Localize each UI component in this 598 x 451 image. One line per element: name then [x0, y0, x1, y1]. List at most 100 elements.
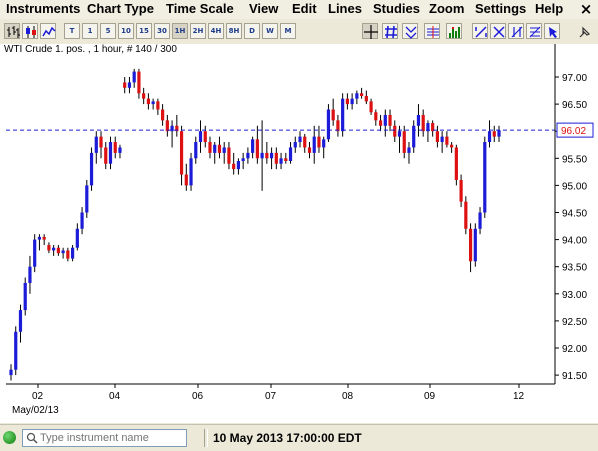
candlestick-chart-icon[interactable] — [22, 23, 38, 39]
candle-body — [487, 131, 492, 143]
instrument-search-box[interactable] — [22, 429, 187, 447]
timeframe-d-button[interactable]: D — [244, 23, 260, 39]
candle-body — [156, 101, 160, 110]
candle-body — [255, 139, 259, 159]
close-button[interactable]: × — [576, 1, 596, 18]
candle-body — [9, 369, 13, 376]
current-price-label: 96.02 — [561, 126, 586, 137]
y-tick-label: 93.50 — [562, 263, 587, 274]
menu-zoom[interactable]: Zoom — [429, 1, 464, 16]
candle-body — [227, 147, 231, 164]
menu-settings[interactable]: Settings — [475, 1, 526, 16]
price-chart[interactable]: 91.50 92.00 92.50 93.00 93.50 94.00 94.50 95.00… — [0, 44, 598, 423]
y-tick-label: 93.00 — [562, 290, 587, 301]
candle-body — [75, 228, 79, 248]
candle-body — [85, 185, 89, 213]
candle-body — [104, 147, 108, 164]
y-tick-label: 97.00 — [562, 73, 587, 84]
candle-body — [497, 130, 501, 137]
candle-body — [184, 174, 188, 186]
candle-body — [274, 152, 278, 164]
candle-body — [303, 136, 307, 148]
menu-instruments[interactable]: Instruments — [6, 1, 80, 16]
candle-body — [369, 101, 373, 113]
candle-body — [445, 136, 449, 145]
menu-lines[interactable]: Lines — [328, 1, 362, 16]
x-tick-label: 08 — [342, 391, 354, 402]
candle-body — [298, 136, 302, 143]
cut-icon[interactable] — [490, 23, 506, 39]
timeframe-2h-button[interactable]: 2H — [190, 23, 206, 39]
chart-panel[interactable]: 91.50 92.00 92.50 93.00 93.50 94.00 94.50 95.00… — [0, 44, 598, 423]
candle-body — [127, 82, 132, 88]
y-tick-label: 94.50 — [562, 209, 587, 220]
candle-body — [42, 236, 46, 240]
trend-tool-icon[interactable] — [508, 23, 524, 39]
candle-body — [217, 144, 222, 153]
menu-view[interactable]: View — [249, 1, 278, 16]
candle-body — [123, 82, 127, 88]
candle-body — [70, 247, 75, 259]
candle-body — [279, 158, 283, 164]
candle-body — [374, 112, 378, 121]
menu-edit[interactable]: Edit — [292, 1, 317, 16]
fibonacci-icon[interactable] — [526, 23, 542, 39]
candle-body — [483, 142, 487, 213]
pointer-icon[interactable] — [544, 23, 560, 39]
timeframe-t-button[interactable]: T — [64, 23, 80, 39]
studies-icon[interactable] — [424, 23, 440, 39]
bar-chart-icon[interactable] — [4, 23, 20, 39]
line-chart-icon[interactable] — [40, 23, 56, 39]
candle-body — [360, 93, 364, 96]
pin-icon[interactable] — [577, 25, 591, 39]
candle-body — [284, 158, 288, 162]
timeframe-10-button[interactable]: 10 — [118, 23, 134, 39]
candle-body — [440, 136, 444, 143]
crosshair-icon[interactable] — [362, 23, 378, 39]
status-datetime: 10 May 2013 17:00:00 EDT — [213, 431, 362, 445]
timeframe-30-button[interactable]: 30 — [154, 23, 170, 39]
lines-icon[interactable] — [402, 23, 418, 39]
timeframe-4h-button[interactable]: 4H — [208, 23, 224, 39]
menu-studies[interactable]: Studies — [373, 1, 420, 16]
menu-time-scale[interactable]: Time Scale — [166, 1, 234, 16]
y-tick-label: 96.50 — [562, 100, 587, 111]
candle-body — [288, 147, 293, 162]
globe-icon[interactable] — [3, 431, 16, 444]
draw-tool-icon[interactable] — [472, 23, 488, 39]
candle-body — [473, 228, 477, 262]
candle-body — [113, 142, 117, 153]
candle-body — [293, 142, 297, 148]
candle-body — [189, 158, 193, 186]
timeframe-1h-button[interactable]: 1H — [172, 23, 188, 39]
candle-body — [179, 131, 184, 175]
menu-chart-type[interactable]: Chart Type — [87, 1, 154, 16]
candle-body — [18, 310, 23, 332]
timeframe-1-button[interactable]: 1 — [82, 23, 98, 39]
candle-body — [47, 245, 51, 251]
menu-help[interactable]: Help — [535, 1, 563, 16]
candle-body — [265, 152, 269, 159]
volume-icon[interactable] — [446, 23, 462, 39]
candle-body — [132, 71, 136, 83]
timeframe-5-button[interactable]: 5 — [100, 23, 116, 39]
x-tick-label: 12 — [513, 391, 525, 402]
candle-body — [407, 147, 411, 153]
candle-body — [307, 147, 312, 153]
timeframe-m-button[interactable]: M — [280, 23, 296, 39]
candle-body — [137, 71, 141, 94]
candle-body — [52, 247, 56, 251]
candle-body — [165, 120, 169, 132]
candle-body — [331, 109, 335, 121]
candle-body — [251, 139, 255, 153]
candle-body — [246, 152, 250, 159]
search-input[interactable] — [40, 431, 184, 445]
candle-body — [89, 152, 94, 186]
timeframe-w-button[interactable]: W — [262, 23, 278, 39]
candle-body — [151, 101, 155, 105]
candle-body — [208, 142, 212, 153]
timeframe-8h-button[interactable]: 8H — [226, 23, 242, 39]
timeframe-15-button[interactable]: 15 — [136, 23, 152, 39]
candle-body — [232, 163, 236, 170]
grid-icon[interactable] — [382, 23, 398, 39]
